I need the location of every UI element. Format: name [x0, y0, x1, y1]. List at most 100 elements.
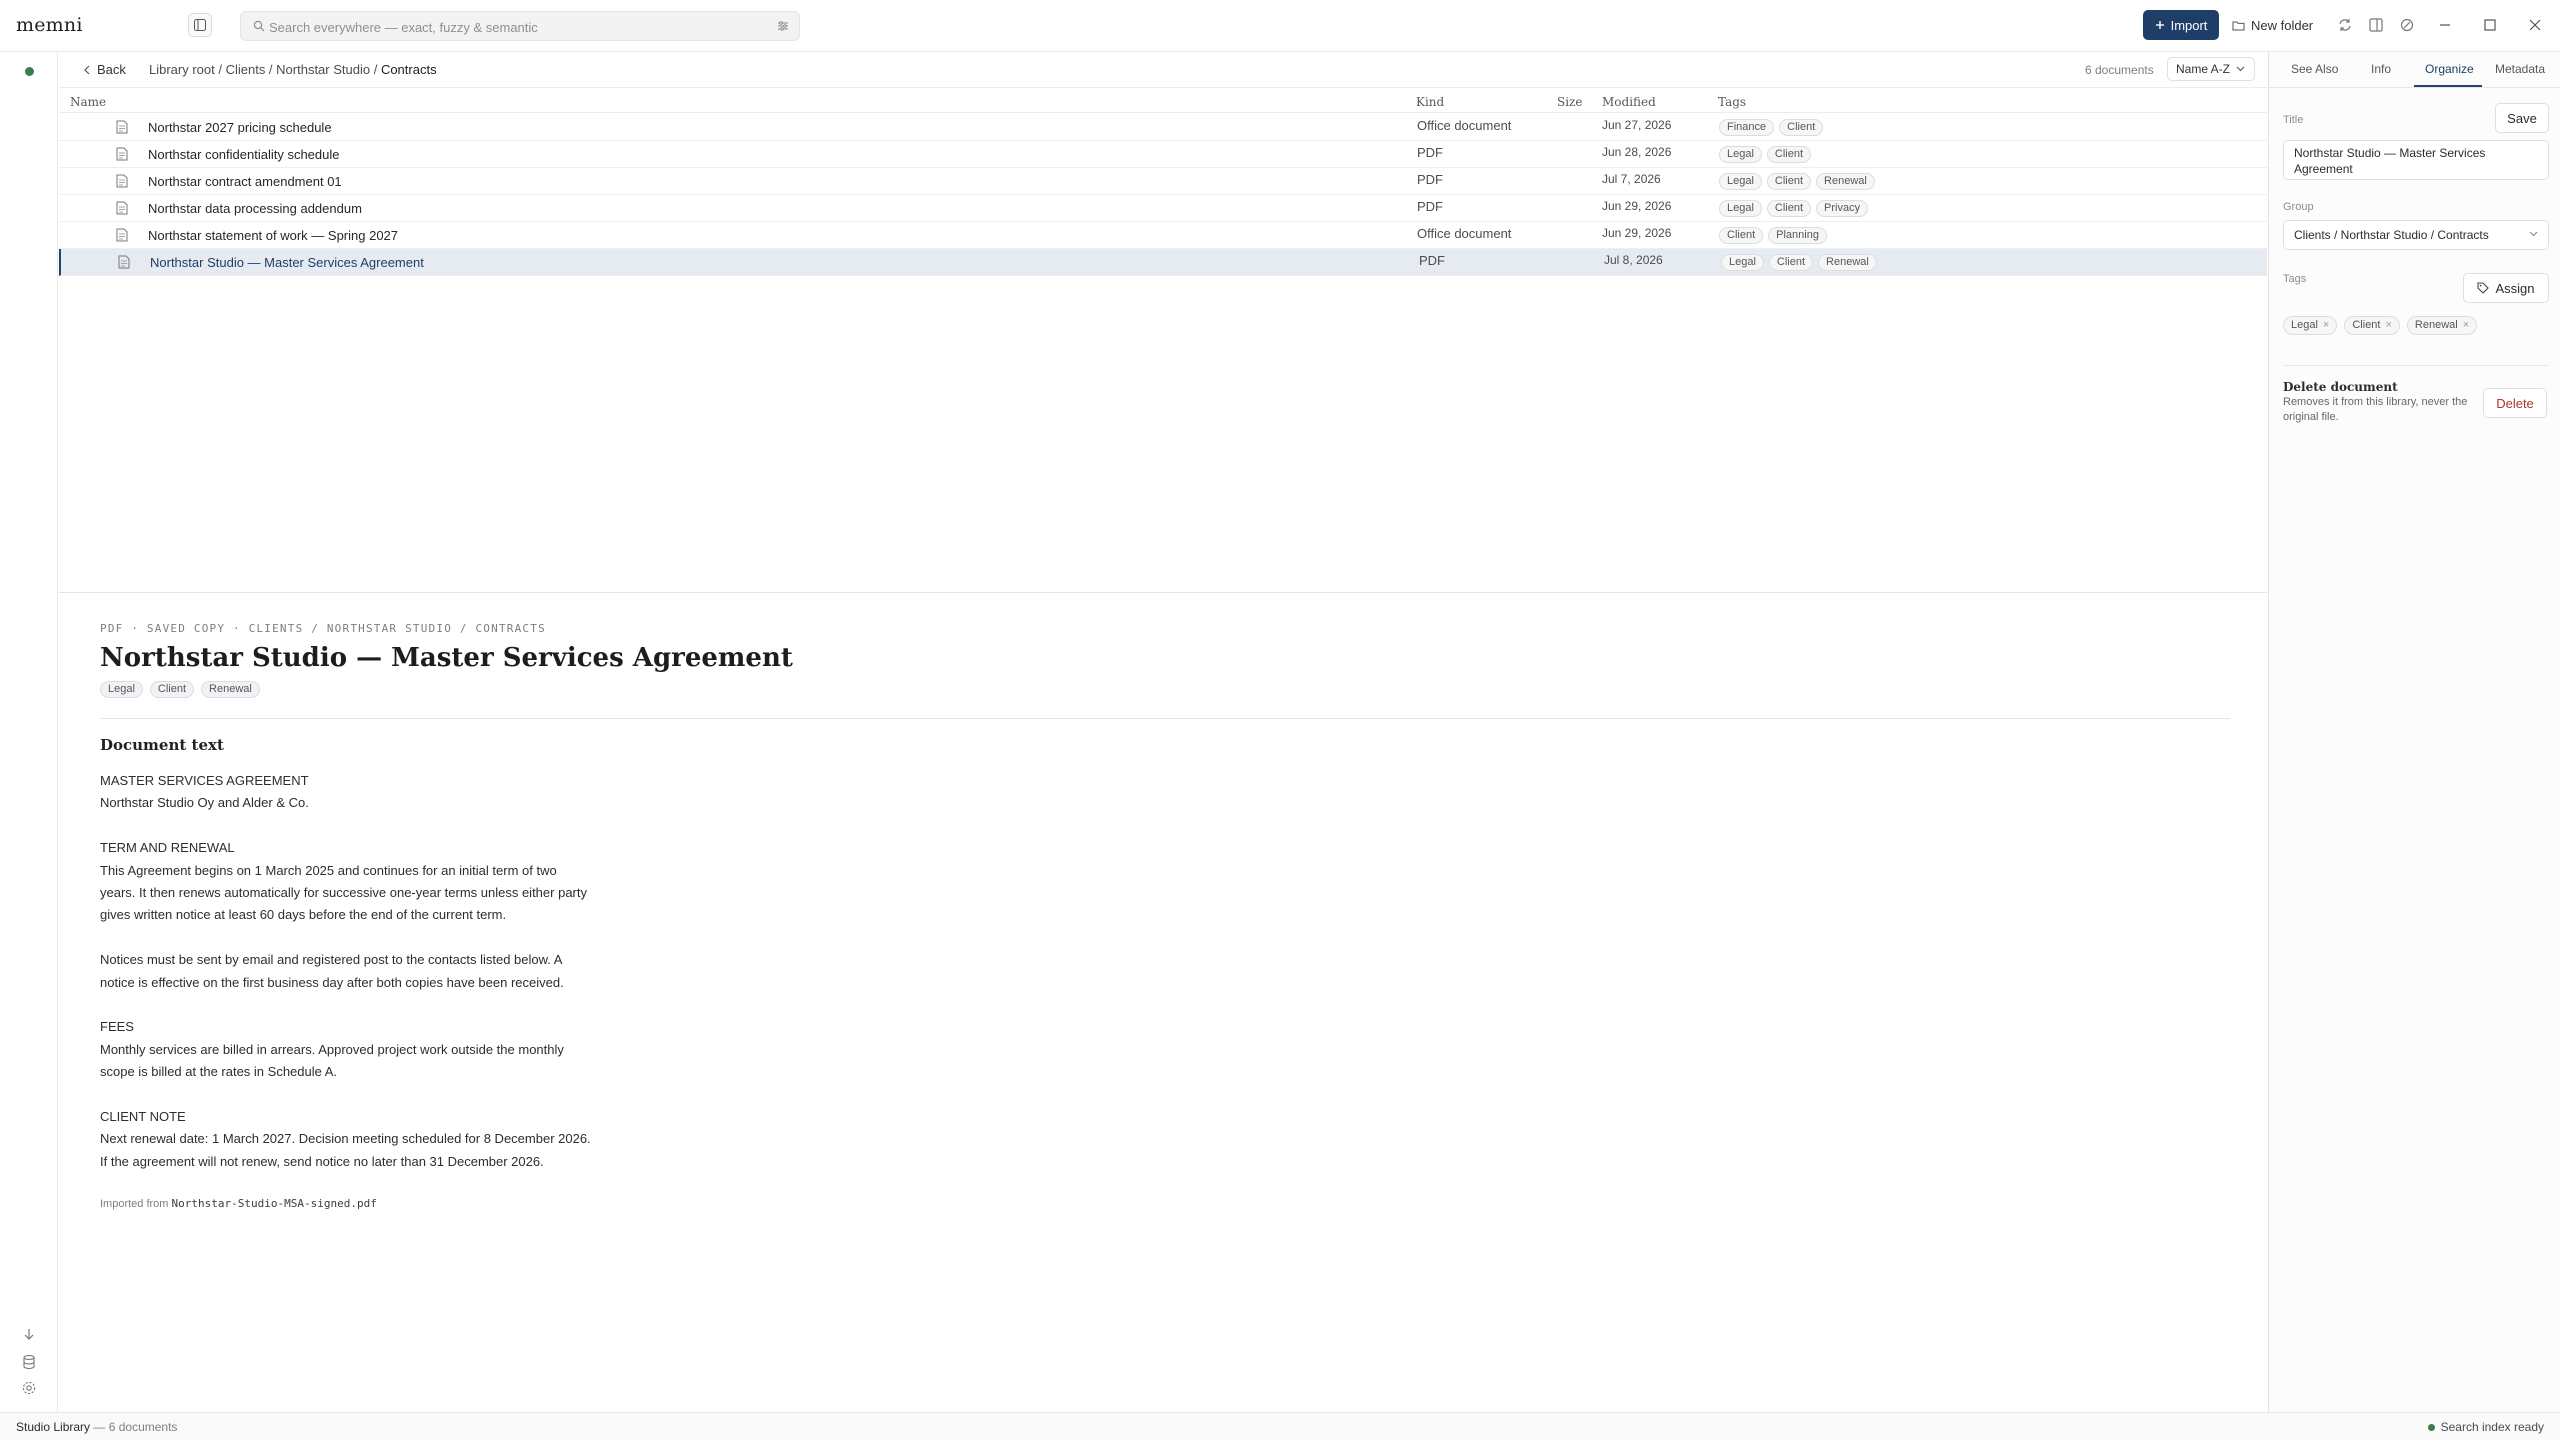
- table-row[interactable]: Northstar Studio — Master Services Agree…: [59, 249, 2267, 276]
- save-button[interactable]: Save: [2495, 103, 2549, 133]
- group-label: Group: [2283, 201, 2314, 213]
- new-folder-button[interactable]: New folder: [2232, 10, 2324, 40]
- table-row[interactable]: Northstar statement of work — Spring 202…: [59, 222, 2267, 249]
- tab-metadata[interactable]: Metadata: [2495, 62, 2545, 76]
- breadcrumb[interactable]: Library root / Clients / Northstar Studi…: [149, 62, 437, 77]
- row-tags: Legal Client Renewal: [1719, 173, 1875, 190]
- sync-icon[interactable]: [2336, 16, 2354, 34]
- chevron-down-icon: [2236, 66, 2245, 72]
- text-line: Notices must be sent by email and regist…: [100, 952, 563, 968]
- tab-see-also[interactable]: See Also: [2291, 62, 2338, 76]
- table-row[interactable]: Northstar 2027 pricing schedule Office do…: [59, 114, 2267, 141]
- app-logo: memni: [16, 14, 83, 36]
- folder-icon: [2232, 21, 2245, 30]
- filter-icon[interactable]: [777, 20, 789, 32]
- text-line: CLIENT NOTE: [100, 1109, 186, 1125]
- group-value: Clients / Northstar Studio / Contracts: [2294, 228, 2489, 242]
- settings-gear-icon[interactable]: [20, 1379, 38, 1397]
- column-name[interactable]: Name: [70, 95, 106, 109]
- library-count: — 6 documents: [90, 1420, 178, 1434]
- close-icon[interactable]: [2526, 16, 2544, 34]
- column-kind[interactable]: Kind: [1416, 95, 1444, 109]
- assigned-tag[interactable]: Client ×: [2344, 316, 2400, 335]
- maximize-icon[interactable]: [2481, 16, 2499, 34]
- import-button[interactable]: Import: [2143, 10, 2219, 40]
- tag-chip[interactable]: Renewal: [1816, 173, 1875, 190]
- column-tags[interactable]: Tags: [1718, 95, 1746, 109]
- assigned-tag[interactable]: Renewal ×: [2406, 316, 2478, 335]
- title-label: Title: [2283, 114, 2304, 126]
- document-icon: [116, 228, 128, 242]
- inspector-panel: See Also Info Organize Metadata Title Sa…: [2268, 52, 2560, 1412]
- breadcrumb-path[interactable]: Library root / Clients / Northstar Studi…: [149, 62, 381, 77]
- download-icon[interactable]: [20, 1326, 38, 1344]
- row-kind: Office document: [1417, 226, 1512, 241]
- status-index: Search index ready: [2427, 1420, 2544, 1434]
- row-modified: Jun 28, 2026: [1602, 145, 1672, 159]
- delete-title: Delete document: [2283, 380, 2398, 394]
- link-icon[interactable]: [2398, 16, 2416, 34]
- row-modified: Jun 29, 2026: [1602, 199, 1672, 213]
- delete-button[interactable]: Delete: [2483, 388, 2547, 418]
- row-name: Northstar Studio — Master Services Agree…: [150, 255, 424, 270]
- tag-chip[interactable]: Client: [1719, 227, 1764, 244]
- remove-tag-icon[interactable]: ×: [2323, 319, 2329, 331]
- table-row[interactable]: Northstar contract amendment 01 PDF Jul 7,…: [59, 168, 2267, 195]
- tag-chip[interactable]: Client: [149, 681, 195, 698]
- tag-chip[interactable]: Legal: [1721, 254, 1764, 271]
- row-modified: Jun 27, 2026: [1602, 118, 1672, 132]
- pane-divider[interactable]: [59, 592, 2267, 593]
- panel-layout-icon[interactable]: [2367, 16, 2385, 34]
- table-row[interactable]: Northstar confidentiality schedule PDF Jun…: [59, 141, 2267, 168]
- tag-chip[interactable]: Renewal: [1818, 254, 1877, 271]
- column-size[interactable]: Size: [1557, 95, 1582, 109]
- text-line: This Agreement begins on 1 March 2025 an…: [100, 862, 557, 878]
- delete-label: Delete: [2496, 395, 2534, 411]
- document-preview: PDF · SAVED COPY · CLIENTS / NORTHSTAR S…: [100, 622, 2230, 1210]
- tag-chip[interactable]: Legal: [100, 681, 143, 698]
- table-row[interactable]: Northstar data processing addendum PDF Jun…: [59, 195, 2267, 222]
- remove-tag-icon[interactable]: ×: [2385, 319, 2391, 331]
- row-modified: Jul 7, 2026: [1602, 172, 1661, 186]
- row-name: Northstar confidentiality schedule: [148, 147, 340, 162]
- tag-chip[interactable]: Privacy: [1816, 200, 1869, 217]
- tag-chip[interactable]: Client: [1768, 254, 1814, 271]
- global-search[interactable]: [240, 11, 800, 41]
- sort-select[interactable]: Name A-Z: [2167, 57, 2255, 81]
- tab-info[interactable]: Info: [2371, 62, 2391, 76]
- column-modified[interactable]: Modified: [1602, 95, 1656, 109]
- tag-chip[interactable]: Client: [1779, 119, 1824, 136]
- assigned-tag[interactable]: Legal ×: [2283, 316, 2338, 335]
- tab-organize[interactable]: Organize: [2425, 62, 2474, 76]
- tag-chip[interactable]: Planning: [1768, 227, 1827, 244]
- tag-chip[interactable]: Legal: [1719, 173, 1762, 190]
- tag-chip[interactable]: Renewal: [201, 681, 260, 698]
- row-kind: Office document: [1417, 118, 1512, 133]
- back-button[interactable]: Back: [83, 62, 126, 77]
- tag-chip[interactable]: Client: [1766, 146, 1812, 163]
- tag-chip[interactable]: Finance: [1719, 119, 1775, 136]
- search-input[interactable]: [269, 17, 749, 37]
- row-tags: Client Planning: [1719, 227, 1827, 244]
- text-line: FEES: [100, 1019, 134, 1035]
- tag-label: Renewal: [2414, 319, 2458, 331]
- chevron-down-icon: [2529, 231, 2538, 237]
- tag-chip[interactable]: Legal: [1719, 146, 1762, 163]
- inspector-tabs: See Also Info Organize Metadata: [2269, 52, 2560, 88]
- assign-tags-button[interactable]: Assign: [2463, 273, 2549, 303]
- tag-chip[interactable]: Client: [1766, 173, 1812, 190]
- remove-tag-icon[interactable]: ×: [2463, 319, 2469, 331]
- tag-chip[interactable]: Client: [1766, 200, 1812, 217]
- tag-chip[interactable]: Legal: [1719, 200, 1762, 217]
- row-modified: Jun 29, 2026: [1602, 226, 1672, 240]
- group-select[interactable]: Clients / Northstar Studio / Contracts: [2283, 220, 2549, 250]
- database-icon[interactable]: [20, 1353, 38, 1371]
- delete-description: Removes it from this library, never the …: [2283, 396, 2468, 423]
- row-kind: PDF: [1419, 253, 1445, 268]
- minimize-icon[interactable]: [2436, 16, 2454, 34]
- active-tab-indicator: [2414, 85, 2482, 87]
- sidebar-toggle-button[interactable]: [188, 13, 212, 37]
- text-line: notice is effective on the first busines…: [100, 974, 564, 990]
- title-field[interactable]: Northstar Studio — Master Services Agree…: [2283, 140, 2549, 180]
- back-label: Back: [97, 62, 126, 77]
